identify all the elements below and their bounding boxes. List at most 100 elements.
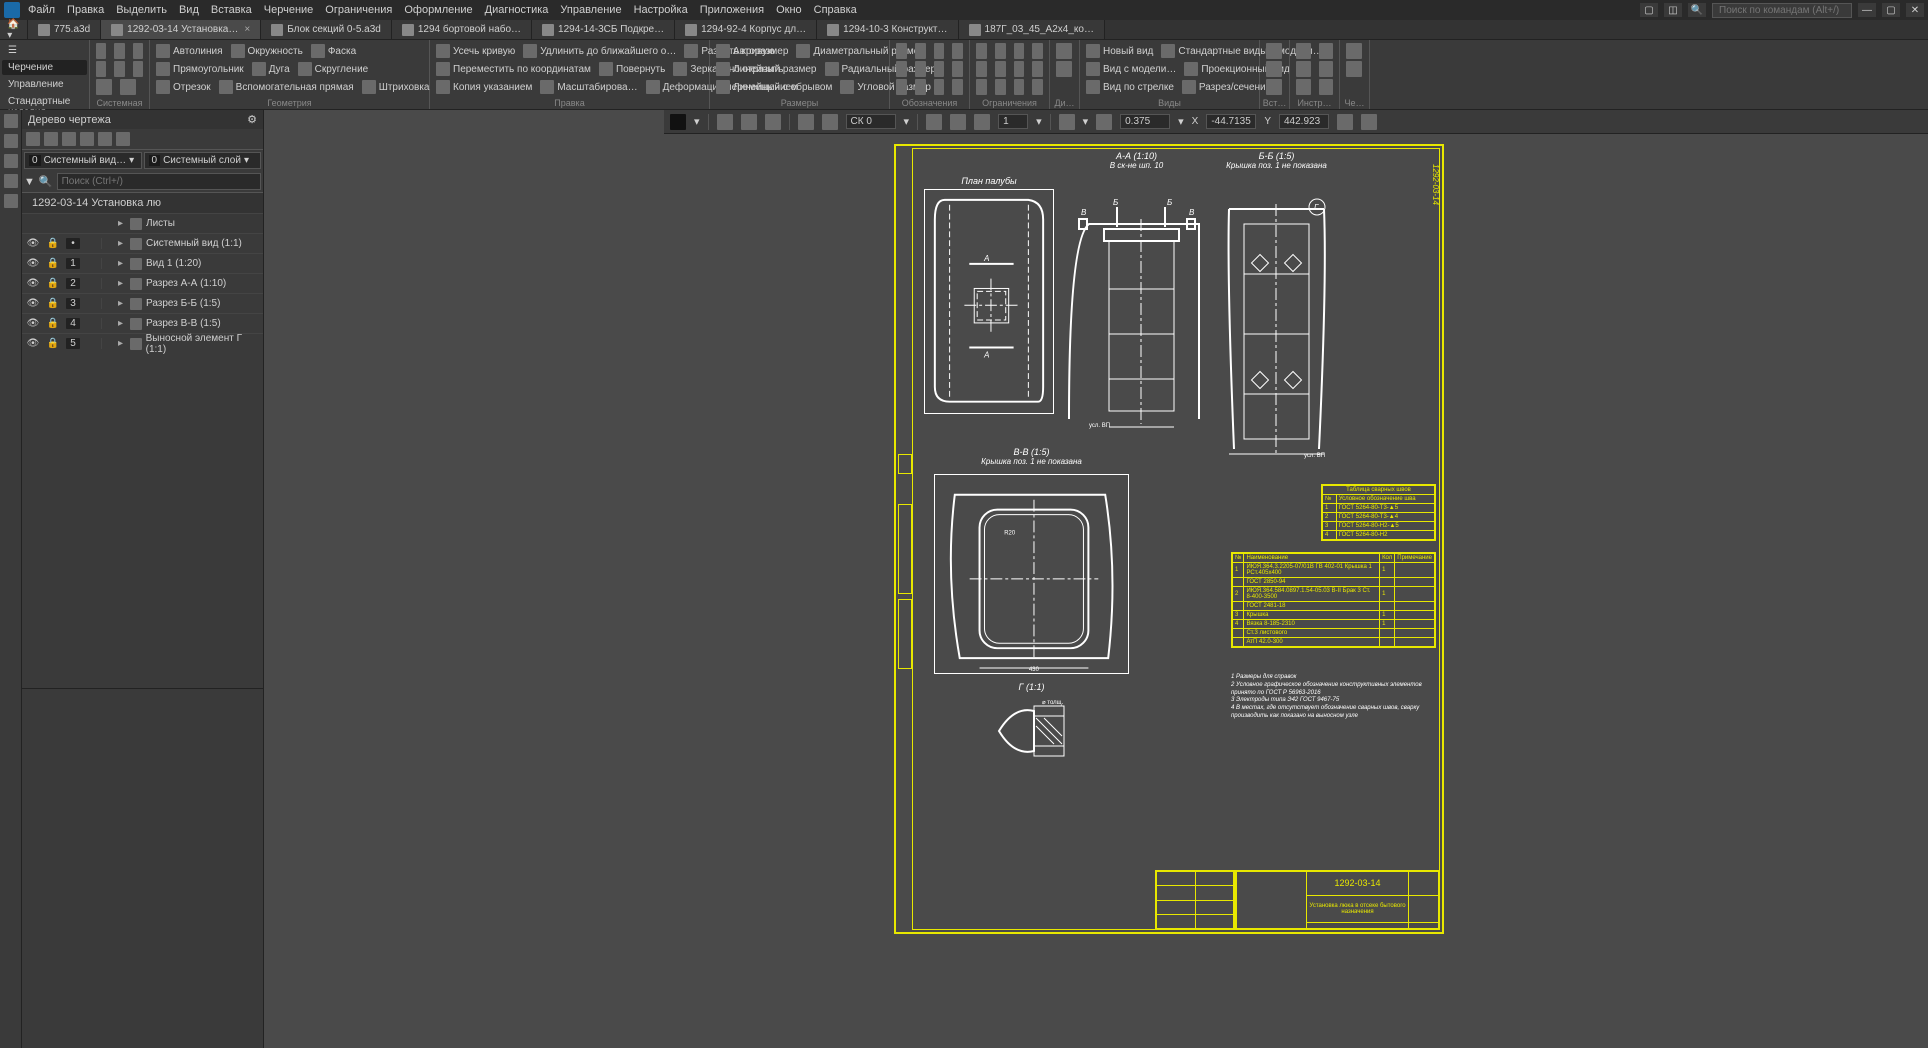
rail-icon[interactable] [4,154,18,168]
vert-icon[interactable] [995,43,1006,59]
ct-icon[interactable] [717,114,733,130]
copy-icon[interactable] [96,79,112,95]
t3-icon[interactable] [1296,61,1311,77]
para-icon[interactable] [1014,43,1025,59]
fix-icon[interactable] [1032,61,1043,77]
tree-sheets-row[interactable]: ▸Листы [22,213,263,233]
menu-help[interactable]: Справка [814,4,857,16]
param-icon[interactable] [950,114,966,130]
minimize-button[interactable]: — [1858,3,1876,17]
eye-icon[interactable]: 👁 [26,318,40,329]
newview-button[interactable]: Новый вид [1086,44,1153,58]
tab-doc[interactable]: 775.a3d [28,20,101,39]
ins2-icon[interactable] [1266,61,1282,77]
mark2-icon[interactable] [952,43,963,59]
rect-button[interactable]: Прямоугольник [156,62,244,76]
d1-icon[interactable] [1346,43,1362,59]
tree-tool-icon[interactable] [116,132,130,146]
extend-button[interactable]: Удлинить до ближайшего о… [523,44,676,58]
tab-close-icon[interactable]: × [244,24,250,35]
menu-edit[interactable]: Правка [67,4,104,16]
tree-row[interactable]: 👁🔒•▸Системный вид (1:1) [22,233,263,253]
ribbon-tab[interactable]: ☰ [2,43,87,58]
save-icon[interactable] [133,43,143,59]
menu-insert[interactable]: Вставка [211,4,252,16]
menu-select[interactable]: Выделить [116,4,167,16]
fillet-button[interactable]: Скругление [298,62,369,76]
t2-icon[interactable] [1319,43,1334,59]
weld-icon[interactable] [934,61,945,77]
step-icon[interactable] [974,114,990,130]
lindim-button[interactable]: Линейный размер [716,62,817,76]
layout-icon[interactable]: ▢ [1640,3,1658,17]
t6-icon[interactable] [1319,79,1334,95]
axis-icon[interactable] [934,79,945,95]
datum-icon[interactable] [952,61,963,77]
diag-icon[interactable] [1056,43,1072,59]
scale-button[interactable]: Масштабирова… [540,80,637,94]
new-icon[interactable] [96,43,106,59]
ct-icon[interactable] [765,114,781,130]
tab-doc[interactable]: 1292-03-14 Установка…× [101,20,261,39]
trim-button[interactable]: Усечь кривую [436,44,515,58]
menu-constraints[interactable]: Ограничения [325,4,392,16]
perp-icon[interactable] [1032,43,1043,59]
layout2-icon[interactable]: ◫ [1664,3,1682,17]
balloon-icon[interactable] [952,79,963,95]
circle-button[interactable]: Окружность [231,44,303,58]
maximize-button[interactable]: ▢ [1882,3,1900,17]
table-icon[interactable] [896,61,907,77]
gear-icon[interactable]: ⚙ [247,113,257,126]
layer-dropdown[interactable]: 0Системный слой▾ [144,152,262,169]
eye-icon[interactable]: 👁 [26,238,40,249]
tab-doc[interactable]: 1294 бортовой набо… [392,20,532,39]
autoline-button[interactable]: Автолиния [156,44,223,58]
tab-doc[interactable]: Блок секций 0-5.a3d [261,20,392,39]
sym-icon[interactable] [976,79,987,95]
t4-icon[interactable] [1319,61,1334,77]
tree-tool-icon[interactable] [80,132,94,146]
arrowview-button[interactable]: Вид по стрелке [1086,80,1174,94]
equal-icon[interactable] [1014,61,1025,77]
tab-doc[interactable]: 1294-14-3СБ Подкре… [532,20,675,39]
tab-doc[interactable]: 1294-92-4 Корпус дл… [675,20,817,39]
tab-doc[interactable]: 1294-10-3 Конструкт… [817,20,958,39]
open-icon[interactable] [114,43,124,59]
chamfer-button[interactable]: Фаска [311,44,356,58]
modelview-button[interactable]: Вид с модели… [1086,62,1176,76]
copy-ind-button[interactable]: Копия указанием [436,80,532,94]
aux-button[interactable]: Вспомогательная прямая [219,80,354,94]
view-dropdown[interactable]: 0Системный вид…▾ [24,152,142,169]
eye-icon[interactable]: 👁 [26,338,40,349]
lock-icon[interactable]: 🔒 [46,318,60,329]
section-button[interactable]: Разрез/сечение [1182,80,1271,94]
menu-window[interactable]: Окно [776,4,802,16]
mark-icon[interactable] [934,43,945,59]
horiz-icon[interactable] [976,43,987,59]
lock-icon[interactable]: 🔒 [46,258,60,269]
t1-icon[interactable] [1296,43,1311,59]
search-icon[interactable]: 🔍 [1688,3,1706,17]
eye-icon[interactable]: 👁 [26,298,40,309]
ribbon-tab-drawing[interactable]: Черчение [2,60,87,75]
tree-search-input[interactable] [57,173,261,190]
lock-icon[interactable]: 🔒 [46,278,60,289]
menu-manage[interactable]: Управление [560,4,621,16]
lock-icon[interactable]: 🔒 [46,338,60,349]
print-icon[interactable] [96,61,106,77]
diag2-icon[interactable] [1056,61,1072,77]
tang-icon[interactable] [976,61,987,77]
rough-icon[interactable] [915,61,926,77]
ct-icon[interactable] [1337,114,1353,130]
tree-row[interactable]: 👁🔒3▸Разрез Б-Б (1:5) [22,293,263,313]
ct-icon[interactable] [1361,114,1377,130]
step-input[interactable] [998,114,1028,129]
lock-icon[interactable]: 🔒 [46,298,60,309]
menu-design[interactable]: Оформление [404,4,472,16]
filter-icon[interactable]: ▼ [24,176,35,188]
eye-icon[interactable]: 👁 [26,258,40,269]
conc-icon[interactable] [1032,79,1043,95]
lock-icon[interactable]: 🔒 [46,238,60,249]
tree-row[interactable]: 👁🔒1▸Вид 1 (1:20) [22,253,263,273]
redo-icon[interactable] [133,61,143,77]
